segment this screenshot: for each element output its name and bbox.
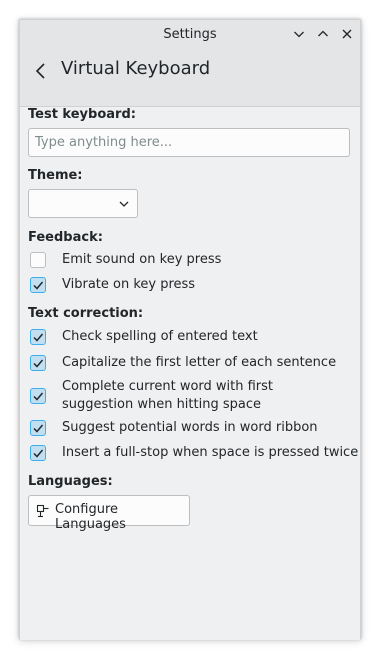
test-keyboard-label: Test keyboard:	[28, 107, 136, 122]
close-button[interactable]	[338, 25, 356, 43]
checkbox[interactable]	[30, 388, 46, 404]
feedback-label: Feedback:	[28, 230, 103, 245]
checkbox-label: Check spelling of entered text	[62, 329, 258, 344]
close-icon	[342, 29, 352, 39]
settings-window: Settings Virtual Keyboard Test keyboard:…	[19, 19, 361, 640]
test-keyboard-input[interactable]	[28, 128, 350, 157]
button-label: Configure Languages	[55, 502, 126, 532]
checkbox-label: Insert a full-stop when space is pressed…	[62, 445, 359, 460]
page-title: Virtual Keyboard	[61, 58, 211, 79]
checkbox-label: Emit sound on key press	[62, 252, 222, 267]
checkbox-label: Vibrate on key press	[62, 277, 196, 292]
checkbox[interactable]	[30, 277, 46, 293]
page-header: Virtual Keyboard	[20, 50, 360, 107]
configure-languages-button[interactable]: Configure Languages	[28, 495, 190, 532]
languages-label: Languages:	[28, 474, 113, 489]
minimize-button[interactable]	[290, 25, 308, 43]
chevron-down-icon	[119, 201, 129, 207]
text-correction-label: Text correction:	[28, 306, 144, 321]
checkbox[interactable]	[30, 445, 46, 461]
chevron-up-icon	[318, 30, 328, 37]
checkmark-icon	[33, 392, 44, 401]
checkbox[interactable]	[30, 329, 46, 345]
checkbox-label: Capitalize the first letter of each sent…	[62, 355, 337, 370]
checkbox[interactable]	[30, 420, 46, 436]
checkmark-icon	[33, 424, 44, 433]
chevron-down-icon	[294, 31, 304, 38]
checkmark-icon	[33, 359, 44, 368]
checkmark-icon	[33, 449, 44, 458]
theme-label: Theme:	[28, 168, 83, 183]
checkbox[interactable]	[30, 252, 46, 268]
back-button[interactable]	[30, 60, 52, 82]
maximize-button[interactable]	[314, 25, 332, 43]
back-arrow-icon	[35, 63, 45, 79]
checkmark-icon	[33, 281, 44, 290]
plugin-icon	[36, 504, 49, 518]
checkbox[interactable]	[30, 355, 46, 371]
checkbox-label: Complete current word with first suggest…	[62, 379, 274, 412]
theme-select[interactable]	[28, 189, 138, 218]
settings-content	[20, 107, 360, 640]
window-title: Settings	[163, 27, 217, 42]
title-bar: Settings	[20, 20, 360, 50]
checkbox-label: Suggest potential words in word ribbon	[62, 420, 318, 435]
checkmark-icon	[33, 333, 44, 342]
